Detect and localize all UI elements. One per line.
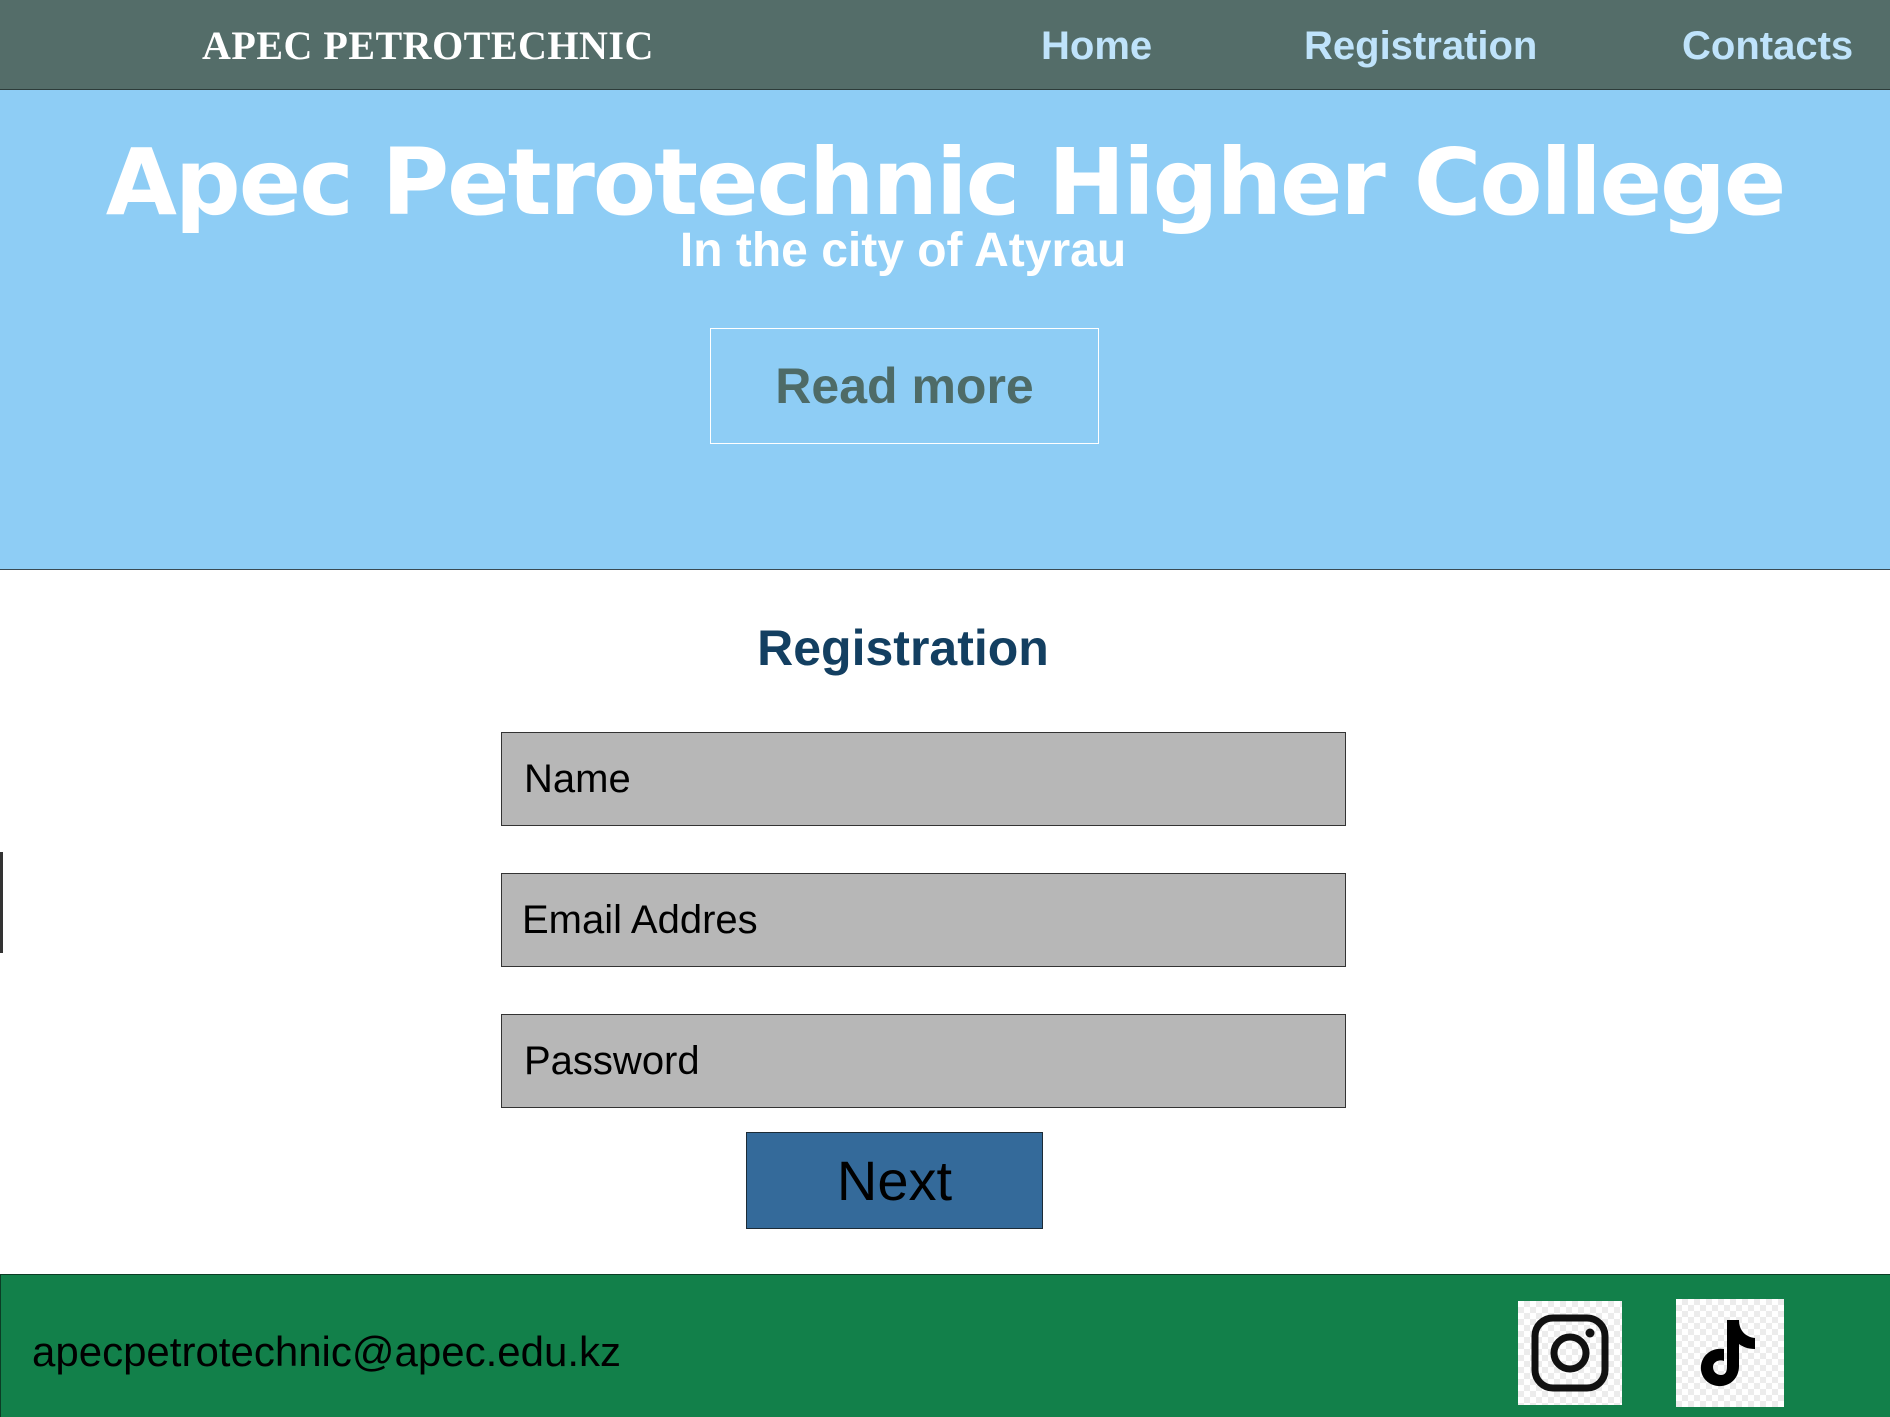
footer: apecpetrotechnic@apec.edu.kz: [0, 1274, 1890, 1417]
left-edge-divider: [0, 852, 3, 953]
registration-title: Registration: [757, 620, 1049, 676]
brand-logo-text[interactable]: APEC PETROTECHNIC: [202, 22, 654, 70]
hero-subtitle: In the city of Atyrau: [679, 224, 1127, 277]
read-more-button[interactable]: Read more: [710, 328, 1099, 444]
next-button[interactable]: Next: [746, 1132, 1043, 1229]
hero-banner: Apec Petrotechnic Higher College In the …: [0, 90, 1890, 570]
instagram-link[interactable]: [1518, 1301, 1622, 1405]
nav-link-contacts[interactable]: Contacts: [1682, 22, 1853, 70]
footer-email-link[interactable]: apecpetrotechnic@apec.edu.kz: [32, 1327, 621, 1377]
password-input[interactable]: [501, 1014, 1346, 1108]
instagram-icon: [1531, 1314, 1609, 1392]
tiktok-link[interactable]: [1676, 1299, 1784, 1407]
email-input[interactable]: [501, 873, 1346, 967]
navbar: APEC PETROTECHNIC Home Registration Cont…: [0, 0, 1890, 90]
name-input[interactable]: [501, 732, 1346, 826]
nav-link-home[interactable]: Home: [1041, 22, 1152, 70]
tiktok-icon: [1700, 1320, 1755, 1387]
nav-link-registration[interactable]: Registration: [1304, 22, 1537, 70]
page: APEC PETROTECHNIC Home Registration Cont…: [0, 0, 1890, 1417]
